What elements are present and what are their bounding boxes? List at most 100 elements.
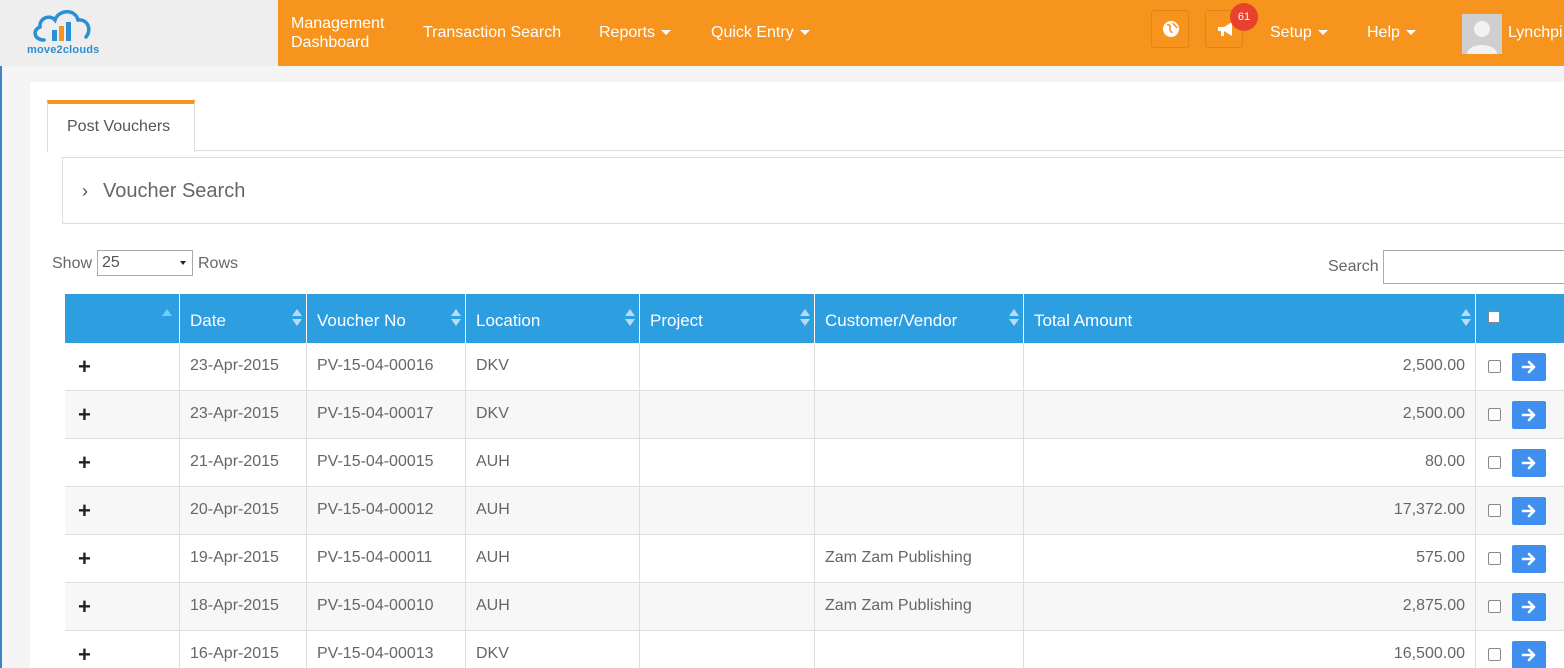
cell-date: 18-Apr-2015 <box>180 583 307 631</box>
column-header-voucher-no[interactable]: Voucher No <box>307 294 466 343</box>
cell-date-text: 16-Apr-2015 <box>190 645 279 662</box>
table-row: +19-Apr-2015 PV-15-04-00011 AUH Zam Zam Pub… <box>65 535 1564 583</box>
open-voucher-button[interactable] <box>1512 545 1546 573</box>
row-checkbox[interactable] <box>1488 600 1501 613</box>
sort-icon <box>625 309 635 327</box>
table-row: +21-Apr-2015 PV-15-04-00015 AUH 80.00 <box>65 439 1564 487</box>
table-header: Date Voucher No Location Project Custome… <box>65 294 1564 343</box>
cell-project <box>640 439 815 487</box>
expand-row-icon[interactable]: + <box>78 546 91 572</box>
voucher-search-panel[interactable] <box>62 157 1564 224</box>
cell-voucher-no-text: PV-15-04-00016 <box>317 357 434 374</box>
row-checkbox[interactable] <box>1488 360 1501 373</box>
expand-row-icon[interactable]: + <box>78 354 91 380</box>
nav-reports-label: Reports <box>599 24 656 41</box>
chevron-right-icon[interactable]: › <box>82 181 88 202</box>
arrow-right-icon <box>1521 360 1536 374</box>
user-name[interactable]: Lynchpi <box>1508 24 1563 42</box>
nav-help[interactable]: Help <box>1367 24 1416 42</box>
cell-voucher-no-text: PV-15-04-00012 <box>317 501 434 518</box>
column-header-expand[interactable] <box>65 294 180 343</box>
cell-voucher-no-text: PV-15-04-00010 <box>317 597 434 614</box>
tab-post-vouchers-label[interactable]: Post Vouchers <box>67 118 170 136</box>
expand-row-icon[interactable]: + <box>78 594 91 620</box>
column-header-total-amount[interactable]: Total Amount <box>1024 294 1476 343</box>
cell-expand: + <box>65 583 180 631</box>
cell-voucher-no: PV-15-04-00011 <box>307 535 466 583</box>
nav-reports[interactable]: Reports <box>599 24 672 42</box>
column-header-location[interactable]: Location <box>466 294 640 343</box>
cell-total-amount: 80.00 <box>1024 439 1476 487</box>
open-voucher-button[interactable] <box>1512 449 1546 477</box>
open-voucher-button[interactable] <box>1512 401 1546 429</box>
nav-setup-label: Setup <box>1270 24 1312 41</box>
cell-location-text: AUH <box>476 549 510 566</box>
open-voucher-button[interactable] <box>1512 353 1546 381</box>
cell-total-amount: 2,875.00 <box>1024 583 1476 631</box>
chevron-down-icon <box>661 30 672 36</box>
chevron-down-icon <box>799 30 810 36</box>
cell-voucher-no-text: PV-15-04-00015 <box>317 453 434 470</box>
column-header-project[interactable]: Project <box>640 294 815 343</box>
cell-total-amount: 575.00 <box>1024 535 1476 583</box>
row-checkbox[interactable] <box>1488 552 1501 565</box>
expand-row-icon[interactable]: + <box>78 450 91 476</box>
column-header-customer-vendor[interactable]: Customer/Vendor <box>815 294 1024 343</box>
row-checkbox[interactable] <box>1488 408 1501 421</box>
nav-setup[interactable]: Setup <box>1270 24 1328 42</box>
arrow-right-icon <box>1521 408 1536 422</box>
select-all-checkbox[interactable] <box>1488 311 1500 323</box>
nav-management-dashboard[interactable]: Management Dashboard <box>291 14 384 52</box>
voucher-search-title[interactable]: Voucher Search <box>103 180 245 203</box>
cell-total-amount-text: 2,500.00 <box>1402 357 1465 374</box>
globe-button[interactable] <box>1151 10 1189 48</box>
show-label: Show <box>52 255 93 272</box>
cell-expand: + <box>65 439 180 487</box>
cell-location-text: DKV <box>476 645 509 662</box>
column-header-date[interactable]: Date <box>180 294 307 343</box>
cell-customer-vendor <box>815 343 1024 391</box>
expand-row-icon[interactable]: + <box>78 642 91 668</box>
open-voucher-button[interactable] <box>1512 497 1546 525</box>
cell-customer-vendor <box>815 631 1024 668</box>
cell-customer-vendor <box>815 391 1024 439</box>
row-checkbox[interactable] <box>1488 456 1501 469</box>
avatar[interactable] <box>1462 14 1502 54</box>
row-checkbox[interactable] <box>1488 648 1501 661</box>
open-voucher-button[interactable] <box>1512 641 1546 668</box>
cell-expand: + <box>65 487 180 535</box>
cell-location-text: DKV <box>476 357 509 374</box>
chevron-down-icon <box>1317 30 1328 36</box>
nav-quick-entry[interactable]: Quick Entry <box>711 24 810 42</box>
globe-icon <box>1163 21 1179 37</box>
cell-location-text: AUH <box>476 597 510 614</box>
nav-transaction-search[interactable]: Transaction Search <box>423 24 561 42</box>
cell-date: 21-Apr-2015 <box>180 439 307 487</box>
column-header-label: Customer/Vendor <box>825 311 958 330</box>
cell-date-text: 21-Apr-2015 <box>190 453 279 470</box>
dropdown-arrow-icon <box>180 261 186 265</box>
search-input[interactable] <box>1383 250 1564 284</box>
cell-voucher-no: PV-15-04-00010 <box>307 583 466 631</box>
arrow-right-icon <box>1521 600 1536 614</box>
cell-total-amount-text: 80.00 <box>1424 453 1465 470</box>
cell-location: AUH <box>466 487 640 535</box>
open-voucher-button[interactable] <box>1512 593 1546 621</box>
top-navbar: move2clouds Management Dashboard Transac… <box>0 0 1564 66</box>
column-header-label: Project <box>650 311 703 330</box>
cell-total-amount-text: 2,500.00 <box>1402 405 1465 422</box>
cell-project <box>640 535 815 583</box>
logo[interactable]: move2clouds <box>0 0 278 66</box>
cell-voucher-no: PV-15-04-00016 <box>307 343 466 391</box>
notification-badge: 61 <box>1230 3 1258 31</box>
nav-quick-entry-label: Quick Entry <box>711 24 794 41</box>
rows-per-page-select[interactable]: 25 <box>97 250 193 276</box>
column-header-label: Voucher No <box>317 311 406 330</box>
expand-row-icon[interactable]: + <box>78 498 91 524</box>
expand-row-icon[interactable]: + <box>78 402 91 428</box>
cell-voucher-no: PV-15-04-00015 <box>307 439 466 487</box>
cell-customer-vendor <box>815 439 1024 487</box>
cell-location-text: AUH <box>476 501 510 518</box>
row-checkbox[interactable] <box>1488 504 1501 517</box>
cell-location-text: AUH <box>476 453 510 470</box>
